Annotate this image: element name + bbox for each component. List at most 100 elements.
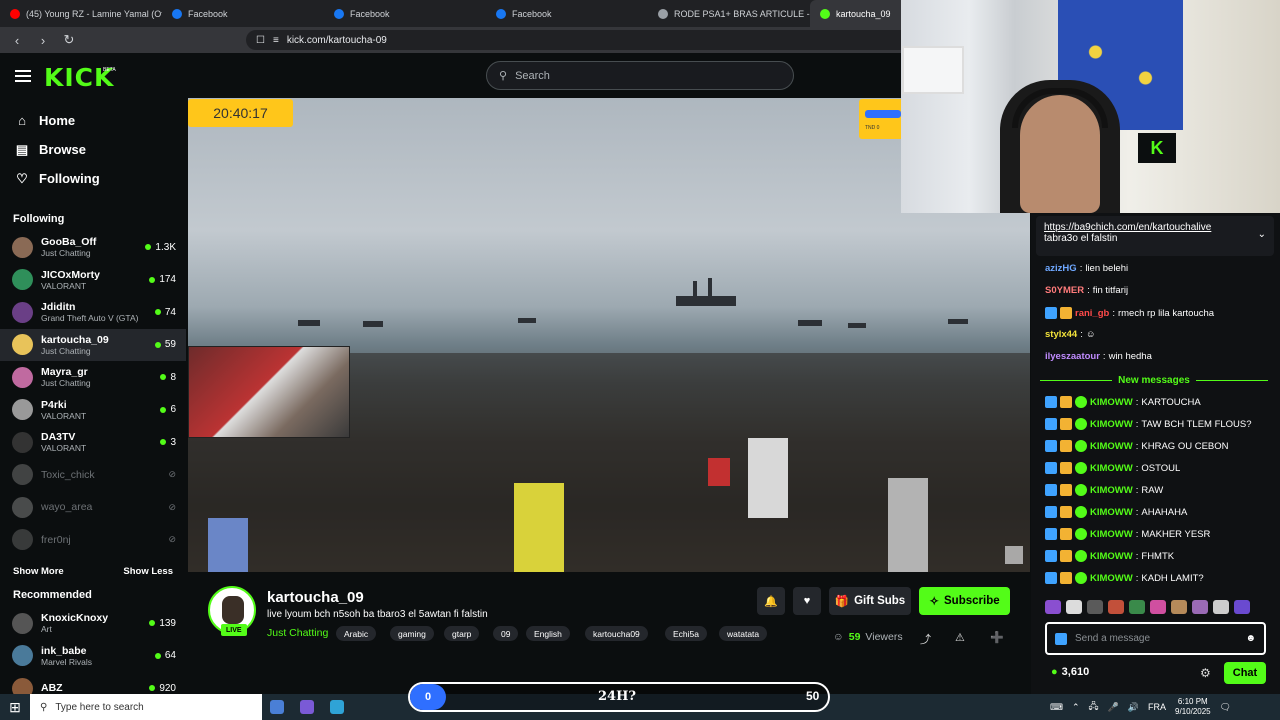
emote[interactable]	[1129, 600, 1145, 614]
browser-tab[interactable]: Facebook	[486, 0, 648, 27]
menu-icon[interactable]	[15, 70, 31, 82]
stream-tag[interactable]: Echi5a	[665, 626, 707, 641]
language-indicator[interactable]: FRA	[1148, 702, 1166, 712]
chat-message[interactable]: stylx44: ☺	[1045, 329, 1096, 340]
chat-message[interactable]: ilyeszaatour: win hedha	[1045, 351, 1152, 362]
chat-username[interactable]: KIMOWW	[1090, 551, 1133, 562]
stream-tag[interactable]: gtarp	[444, 626, 480, 641]
browser-tab[interactable]: Facebook	[324, 0, 486, 27]
emote[interactable]	[1213, 600, 1229, 614]
browser-tab[interactable]: RODE PSA1+ BRAS ARTICULE - ...	[648, 0, 810, 27]
stream-tag[interactable]: Arabic	[336, 626, 377, 641]
chat-username[interactable]: KIMOWW	[1090, 485, 1133, 496]
notifications-icon[interactable]: 🗨	[1220, 702, 1231, 713]
add-user-icon[interactable]: ➕	[990, 631, 1004, 644]
recommended-channel[interactable]: ink_babe Marvel Rivals 64	[0, 640, 186, 673]
forward-icon[interactable]: ›	[34, 31, 52, 49]
chat-message[interactable]: KIMOWW: AHAHAHA	[1045, 506, 1187, 518]
taskbar-search[interactable]: ⚲ Type here to search	[30, 694, 262, 720]
emote[interactable]	[1234, 600, 1250, 614]
browser-tab[interactable]: Facebook	[162, 0, 324, 27]
share-icon[interactable]: ⤴	[920, 631, 931, 647]
sidebar-channel[interactable]: Jdiditn Grand Theft Auto V (GTA) 74	[0, 296, 186, 329]
chat-username[interactable]: KIMOWW	[1090, 397, 1133, 408]
taskbar-app-icon[interactable]	[270, 700, 284, 714]
sidebar-channel[interactable]: Mayra_gr Just Chatting 8	[0, 361, 186, 394]
emote[interactable]	[1192, 600, 1208, 614]
sidebar-channel-offline[interactable]: Toxic_chick ⊘	[0, 459, 186, 492]
new-messages-divider[interactable]: New messages	[1040, 374, 1268, 386]
keyboard-icon[interactable]: ⌨	[1050, 702, 1063, 713]
chat-username[interactable]: rani_gb	[1075, 308, 1109, 319]
mic-icon[interactable]: 🎤	[1108, 702, 1119, 713]
sidebar-channel-offline[interactable]: frer0nj ⊘	[0, 524, 186, 557]
chat-username[interactable]: stylx44	[1045, 329, 1077, 340]
chat-username[interactable]: ilyeszaatour	[1045, 351, 1100, 362]
chat-message[interactable]: S0YMER: fin titfarij	[1045, 285, 1128, 296]
back-icon[interactable]: ‹	[8, 31, 26, 49]
sidebar-channel[interactable]: kartoucha_09 Just Chatting 59	[0, 328, 186, 361]
chat-message[interactable]: azizHG: lien belehi	[1045, 263, 1128, 274]
stream-tag[interactable]: watatata	[719, 626, 768, 641]
network-icon[interactable]: 🖧	[1089, 699, 1099, 715]
sidebar-channel[interactable]: JICOxMorty VALORANT 174	[0, 264, 186, 297]
nav-browse[interactable]: ▤ Browse	[0, 135, 186, 164]
show-less-button[interactable]: Show Less	[123, 566, 173, 577]
chat-message[interactable]: KIMOWW: KADH LAMIT?	[1045, 572, 1204, 584]
emoji-icon[interactable]: ☻	[1245, 633, 1256, 644]
chat-username[interactable]: S0YMER	[1045, 285, 1084, 296]
pinned-link[interactable]: https://ba9chich.com/en/kartouchalive	[1044, 222, 1211, 233]
fullscreen-icon[interactable]	[1005, 546, 1023, 564]
stream-tag[interactable]: English	[526, 626, 570, 641]
chat-input[interactable]: Send a message ☻	[1045, 622, 1266, 655]
chat-username[interactable]: azizHG	[1045, 263, 1077, 274]
send-chat-button[interactable]: Chat	[1224, 662, 1266, 684]
emote[interactable]	[1087, 600, 1103, 614]
sidebar-channel[interactable]: GooBa_Off Just Chatting 1.3K	[0, 231, 186, 264]
chat-message[interactable]: KIMOWW: TAW BCH TLEM FLOUS?	[1045, 418, 1252, 430]
sidebar-channel[interactable]: P4rki VALORANT 6	[0, 394, 186, 427]
taskbar-clock[interactable]: 6:10 PM 9/10/2025	[1175, 697, 1211, 717]
emote[interactable]	[1171, 600, 1187, 614]
bookmark-icon[interactable]: ☐	[256, 35, 265, 46]
channel-name[interactable]: kartoucha_09	[267, 589, 364, 606]
gear-icon[interactable]: ⚙	[1200, 666, 1211, 680]
chat-message[interactable]: KIMOWW: KARTOUCHA	[1045, 396, 1201, 408]
chat-username[interactable]: KIMOWW	[1090, 529, 1133, 540]
windows-start-icon[interactable]: ⊞	[0, 694, 30, 720]
browser-tab[interactable]: (45) Young RZ - Lamine Yamal (Offic	[0, 0, 162, 27]
notification-bell-icon[interactable]: 🔔	[757, 587, 785, 615]
stream-tag[interactable]: gaming	[390, 626, 434, 641]
emote[interactable]	[1045, 600, 1061, 614]
report-icon[interactable]: ⚠	[955, 631, 965, 644]
channel-points[interactable]: ● 3,610	[1051, 666, 1089, 678]
nav-home[interactable]: ⌂ Home	[0, 106, 186, 135]
chevron-up-icon[interactable]: ⌃	[1072, 702, 1080, 713]
taskbar-app-icon[interactable]	[330, 700, 344, 714]
chat-username[interactable]: KIMOWW	[1090, 507, 1133, 518]
sidebar-channel[interactable]: DA3TV VALORANT 3	[0, 426, 186, 459]
subscribe-button[interactable]: ✧ Subscribe	[919, 587, 1010, 615]
emote[interactable]	[1150, 600, 1166, 614]
emote[interactable]	[1108, 600, 1124, 614]
recommended-channel[interactable]: KnoxicKnoxy Art 139	[0, 607, 186, 640]
chat-username[interactable]: KIMOWW	[1090, 573, 1133, 584]
emote[interactable]	[1066, 600, 1082, 614]
stream-tag[interactable]: 09	[493, 626, 519, 641]
nav-following[interactable]: ♡ Following	[0, 164, 186, 193]
taskbar-app-icon[interactable]	[300, 700, 314, 714]
chat-message[interactable]: KIMOWW: KHRAG OU CEBON	[1045, 440, 1229, 452]
address-bar[interactable]: ☐ ≡ kick.com/kartoucha-09	[246, 30, 916, 50]
pinned-message[interactable]: https://ba9chich.com/en/kartouchalive ta…	[1036, 216, 1274, 256]
chat-message[interactable]: KIMOWW: FHMTK	[1045, 550, 1174, 562]
gift-subs-button[interactable]: 🎁 Gift Subs	[829, 587, 911, 615]
volume-icon[interactable]: 🔊	[1128, 702, 1139, 713]
site-info-icon[interactable]: ≡	[273, 35, 279, 46]
follow-heart-icon[interactable]: ♥	[793, 587, 821, 615]
chat-username[interactable]: KIMOWW	[1090, 463, 1133, 474]
search-input[interactable]: ⚲ Search	[486, 61, 794, 90]
stream-category[interactable]: Just Chatting	[267, 627, 328, 639]
reload-icon[interactable]: ↻	[60, 31, 78, 49]
chat-message[interactable]: KIMOWW: RAW	[1045, 484, 1163, 496]
chat-username[interactable]: KIMOWW	[1090, 441, 1133, 452]
